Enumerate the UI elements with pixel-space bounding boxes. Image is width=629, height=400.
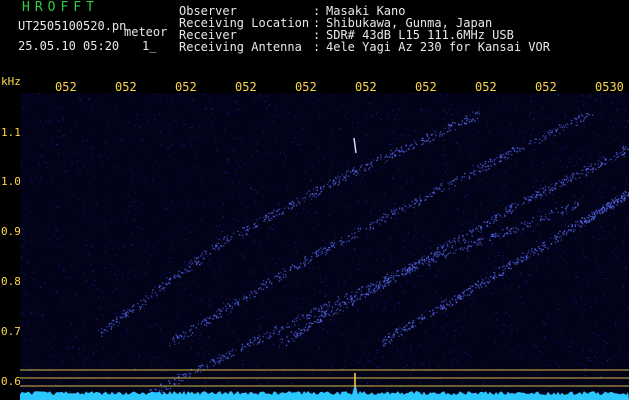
y-tick-label: 0.8 xyxy=(1,275,21,288)
filename-label: UT2505100520.pn xyxy=(18,19,127,33)
spectrogram-background xyxy=(20,93,629,400)
y-tick-label: 1.1 xyxy=(1,126,21,139)
x-tick-label: 052 xyxy=(115,80,137,94)
x-tick-label: 052 xyxy=(355,80,377,94)
datetime-label: 25.05.10 05:20 xyxy=(18,39,120,53)
x-tick-label: 052 xyxy=(175,80,197,94)
x-tick-label: 052 xyxy=(415,80,437,94)
antenna-sep: : xyxy=(313,40,321,54)
x-tick-label: 052 xyxy=(55,80,77,94)
antenna-value: 4ele Yagi Az 230 for Kansai VOR xyxy=(326,40,550,54)
y-tick-label: 1.0 xyxy=(1,175,21,188)
spectrogram-plot xyxy=(20,93,629,400)
extra-label: 1_ xyxy=(142,39,157,53)
y-tick-label: 0.9 xyxy=(1,225,21,238)
x-tick-label: 052 xyxy=(535,80,557,94)
tag-label: meteor xyxy=(124,25,168,39)
app-logo: HROFFT xyxy=(22,0,99,15)
antenna-label: Receiving Antenna xyxy=(179,40,302,54)
y-tick-label: 0.6 xyxy=(1,375,21,388)
y-tick-label: 0.7 xyxy=(1,325,21,338)
x-tick-label: 0530 xyxy=(595,80,624,94)
x-tick-label: 052 xyxy=(475,80,497,94)
x-tick-label: 052 xyxy=(295,80,317,94)
x-tick-label: 052 xyxy=(235,80,257,94)
y-unit-label: kHz xyxy=(1,75,21,88)
